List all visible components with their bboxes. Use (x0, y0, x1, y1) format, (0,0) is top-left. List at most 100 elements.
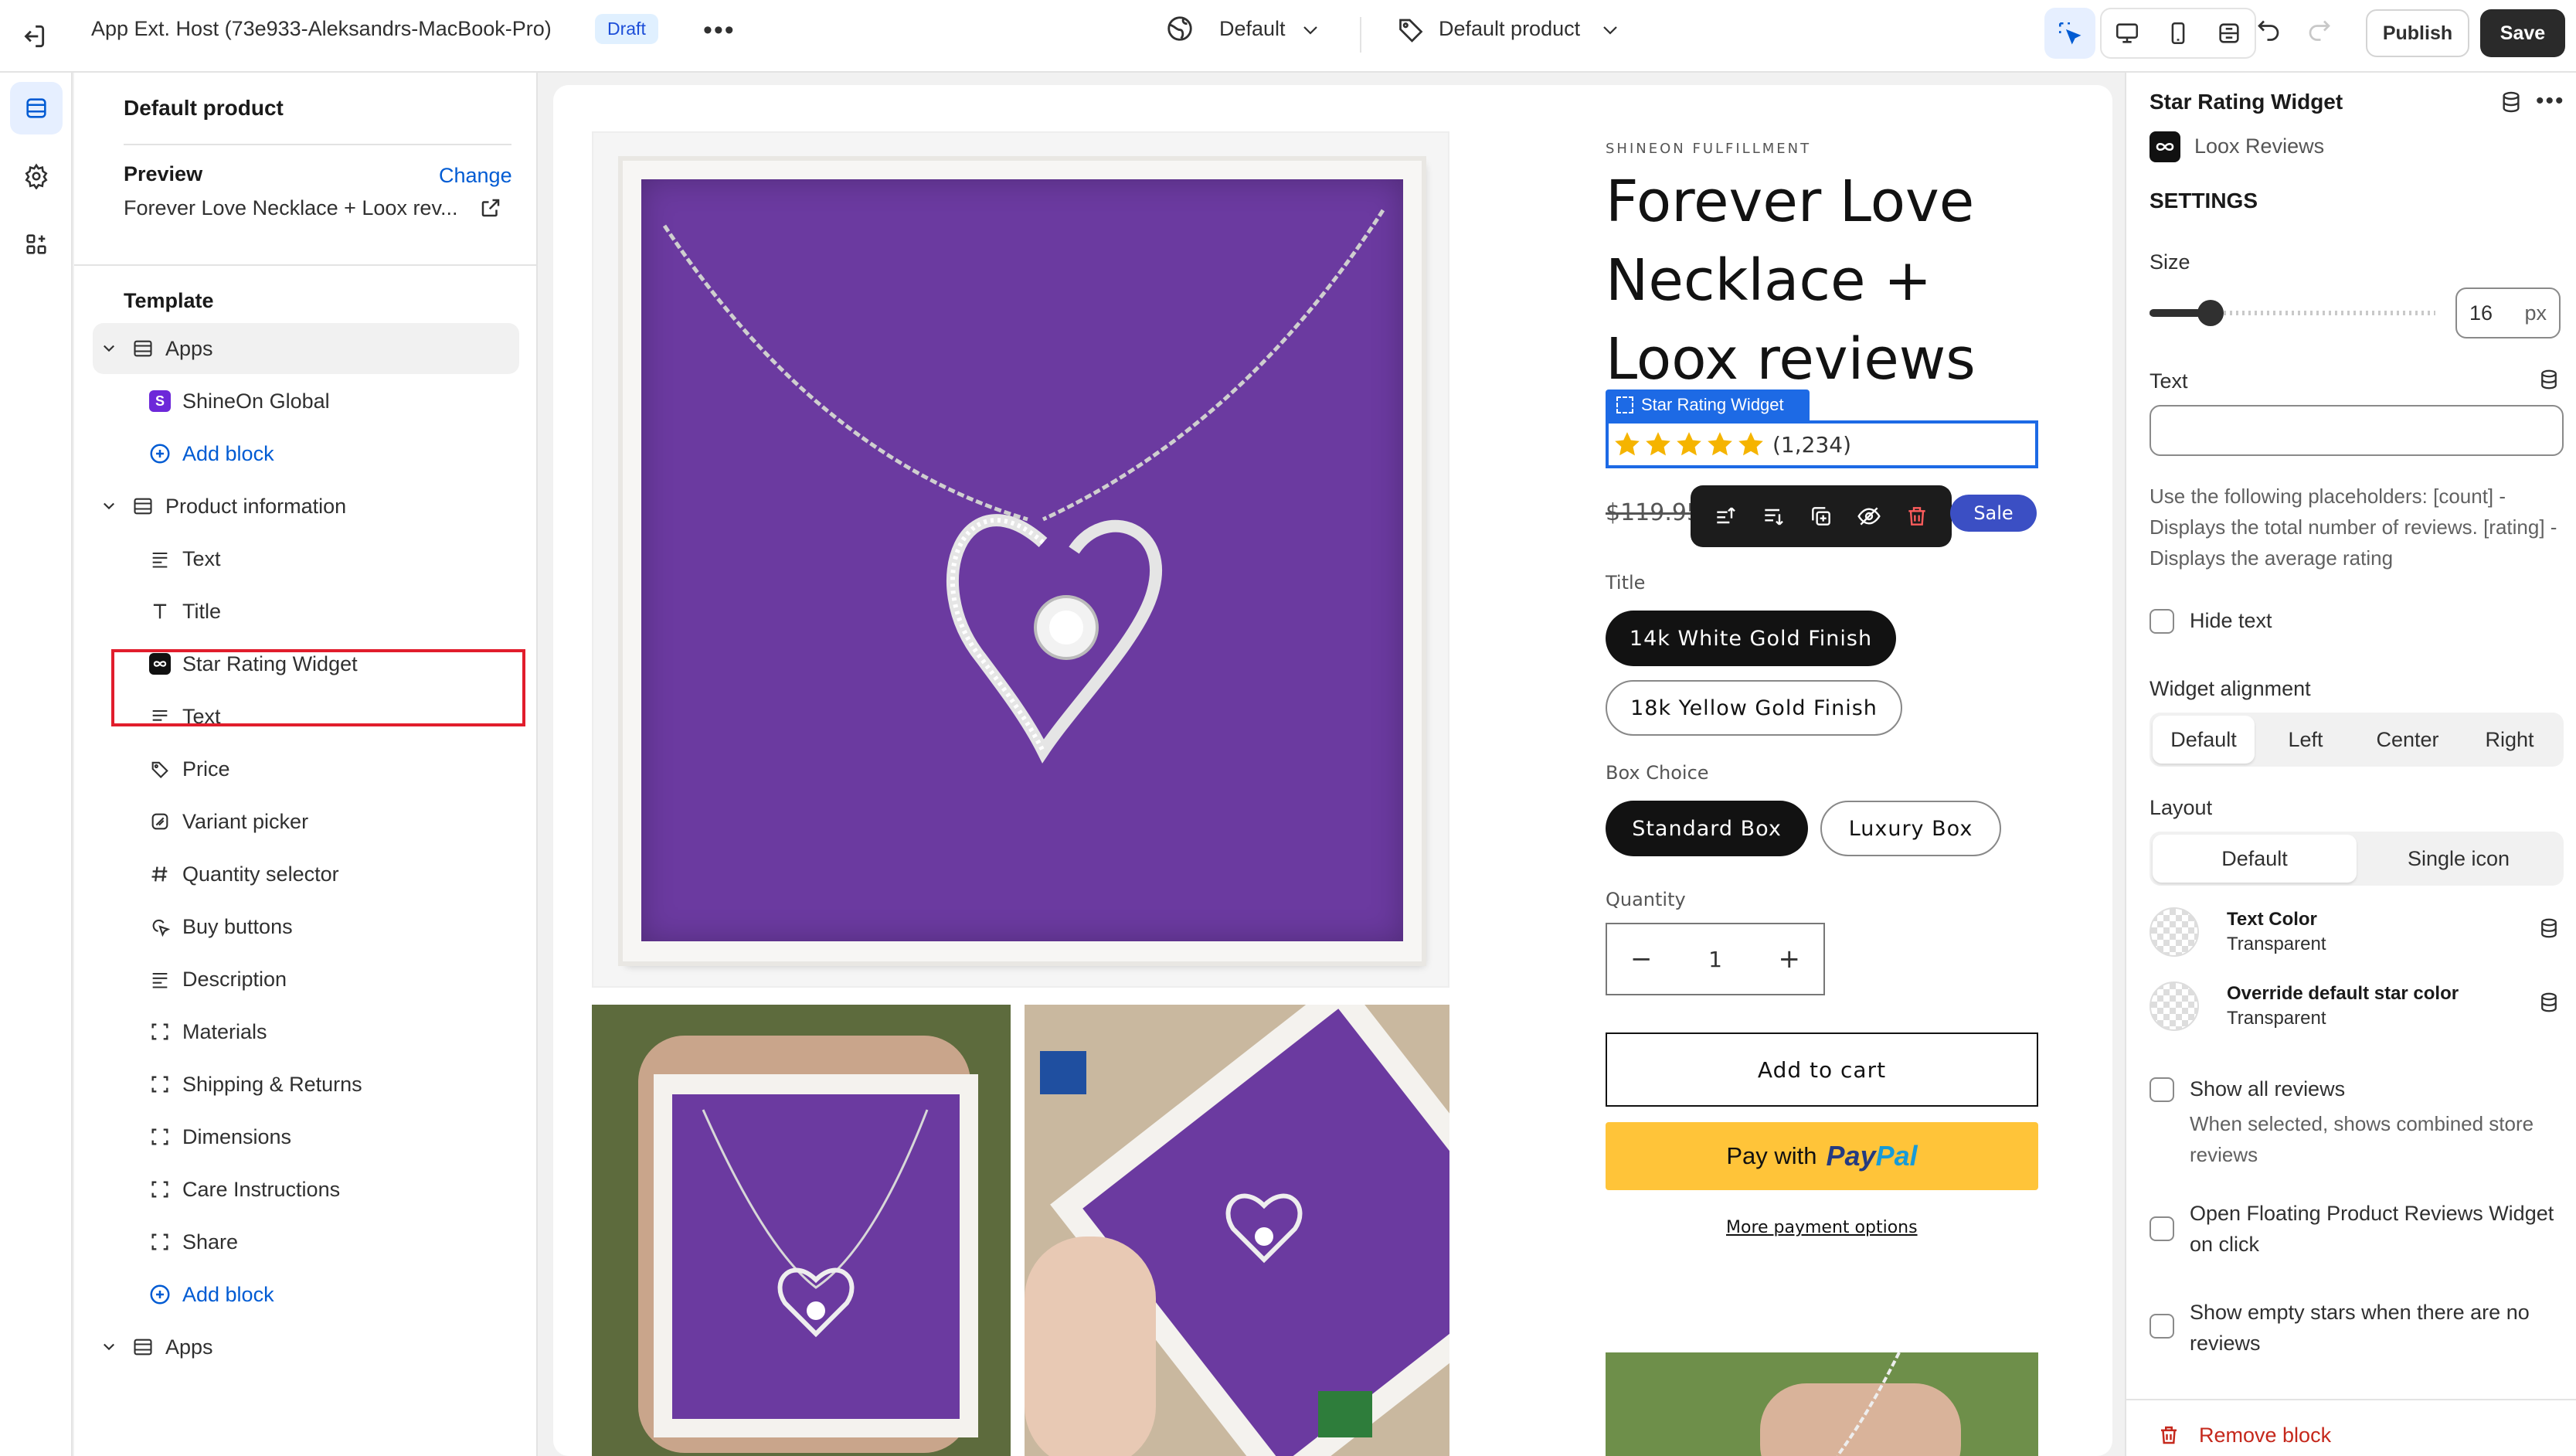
star-rating-widget[interactable]: (1,234) (1606, 420, 2038, 468)
tree-item-description[interactable]: Description (93, 954, 519, 1005)
exit-icon[interactable] (19, 22, 48, 51)
alignment-right[interactable]: Right (2459, 716, 2561, 764)
variant-option-standard-box[interactable]: Standard Box (1606, 801, 1808, 856)
mobile-icon[interactable] (2153, 20, 2204, 46)
hide-text-checkbox[interactable] (2149, 609, 2174, 634)
desktop-icon[interactable] (2102, 20, 2153, 46)
delete-icon[interactable] (1905, 504, 1929, 529)
variant-option-luxury-box[interactable]: Luxury Box (1820, 801, 2001, 856)
tree-item-label: Description (182, 967, 287, 991)
database-icon[interactable] (2499, 90, 2523, 114)
tree-item-apps[interactable]: Apps (93, 323, 519, 374)
inspector-toggle[interactable] (2044, 8, 2095, 59)
size-input[interactable]: 16 px (2455, 287, 2561, 338)
alignment-center[interactable]: Center (2357, 716, 2459, 764)
show-empty-stars-checkbox[interactable] (2149, 1314, 2174, 1339)
text-lines-icon (147, 966, 173, 992)
tree-item-materials[interactable]: Materials (93, 1006, 519, 1057)
tree-item-price[interactable]: Price (93, 743, 519, 794)
change-preview-link[interactable]: Change (439, 164, 512, 188)
chevron-down-icon[interactable] (100, 1341, 122, 1353)
sections-icon[interactable] (10, 82, 63, 134)
tree-item-variant-picker[interactable]: Variant picker (93, 796, 519, 847)
sidebar-rail (0, 73, 73, 1456)
necklace-illustration (702, 1109, 929, 1338)
paypal-button[interactable]: Pay with Pay Pal (1606, 1122, 2038, 1190)
tree-item-add-block[interactable]: Add block (93, 428, 519, 479)
duplicate-icon[interactable] (1809, 504, 1833, 529)
minus-icon[interactable]: − (1630, 944, 1653, 975)
undo-icon[interactable] (2255, 15, 2282, 43)
tree-item-dimensions[interactable]: Dimensions (93, 1111, 519, 1162)
app-logo-icon: S (147, 388, 173, 414)
text-lines-icon (147, 546, 173, 572)
layout-default[interactable]: Default (2153, 835, 2357, 883)
sale-badge: Sale (1950, 495, 2037, 532)
tree-item-shineon-global[interactable]: S ShineOn Global (93, 376, 519, 427)
layout-single-icon[interactable]: Single icon (2357, 835, 2561, 883)
more-payment-link[interactable]: More payment options (1726, 1218, 1918, 1237)
alignment-left[interactable]: Left (2255, 716, 2357, 764)
size-slider-handle[interactable] (2197, 300, 2224, 326)
tree-item-label: Title (182, 599, 222, 623)
variant-option-14k[interactable]: 14k White Gold Finish (1606, 611, 1896, 666)
template-selector[interactable]: Default product (1439, 17, 1580, 41)
quantity-value[interactable]: 1 (1708, 947, 1722, 972)
add-to-cart-button[interactable]: Add to cart (1606, 1032, 2038, 1107)
product-thumbnail[interactable] (1025, 1005, 1449, 1456)
product-media-preview[interactable] (1606, 1352, 2038, 1456)
move-down-icon[interactable] (1761, 504, 1786, 529)
more-menu-icon[interactable]: ••• (703, 15, 736, 46)
database-icon[interactable] (2537, 991, 2561, 1014)
quantity-label: Quantity (1606, 889, 1686, 910)
apps-icon[interactable] (10, 218, 63, 270)
chevron-down-icon[interactable] (1301, 23, 1320, 37)
tree-item-add-block[interactable]: Add block (93, 1269, 519, 1320)
tree-item-apps[interactable]: Apps (93, 1322, 519, 1373)
save-button[interactable]: Save (2480, 9, 2565, 57)
trash-icon[interactable] (2157, 1424, 2180, 1447)
product-thumbnail[interactable] (592, 1005, 1011, 1456)
size-value: 16 (2469, 301, 2493, 325)
star-color-swatch[interactable] (2149, 981, 2199, 1031)
text-input[interactable] (2149, 405, 2564, 456)
external-link-icon[interactable] (479, 196, 502, 219)
text-color-value: Transparent (2227, 934, 2326, 954)
tree-item-quantity-selector[interactable]: Quantity selector (93, 849, 519, 900)
move-up-icon[interactable] (1713, 504, 1738, 529)
tree-item-buy-buttons[interactable]: Buy buttons (93, 901, 519, 952)
database-icon[interactable] (2537, 368, 2561, 391)
variant-option-18k[interactable]: 18k Yellow Gold Finish (1606, 680, 1902, 736)
text-color-swatch[interactable] (2149, 907, 2199, 957)
tree-item-care-instructions[interactable]: Care Instructions (93, 1164, 519, 1215)
alignment-default[interactable]: Default (2153, 716, 2255, 764)
tree-item-title[interactable]: Title (93, 586, 519, 637)
chevron-down-icon[interactable] (1601, 23, 1619, 37)
hide-text-label: Hide text (2190, 609, 2272, 632)
tree-item-product-information[interactable]: Product information (93, 481, 519, 532)
tree-item-label: Add block (182, 441, 274, 465)
remove-block-button[interactable]: Remove block (2199, 1424, 2331, 1447)
chevron-down-icon[interactable] (100, 342, 122, 355)
publish-button[interactable]: Publish (2366, 9, 2469, 57)
product-main-image[interactable] (592, 131, 1449, 988)
preview-value: Forever Love Necklace + Loox rev... (124, 196, 458, 219)
more-menu-icon[interactable]: ••• (2536, 88, 2565, 114)
tree-item-share[interactable]: Share (93, 1216, 519, 1267)
placeholder-help: Use the following placeholders: [count] … (2149, 485, 2557, 570)
plus-icon[interactable]: + (1778, 944, 1800, 975)
theme-selector[interactable]: Default (1219, 17, 1286, 41)
fullscreen-icon[interactable] (2204, 20, 2255, 46)
tree-item-shipping-returns[interactable]: Shipping & Returns (93, 1059, 519, 1110)
show-all-help: When selected, shows combined store revi… (2190, 1112, 2534, 1166)
database-icon[interactable] (2537, 917, 2561, 940)
tree-item-text[interactable]: Text (93, 533, 519, 584)
add-circle-icon (147, 441, 173, 467)
redo-icon[interactable] (2306, 15, 2333, 43)
show-all-reviews-checkbox[interactable] (2149, 1077, 2174, 1102)
open-floating-checkbox[interactable] (2149, 1216, 2174, 1241)
gear-icon[interactable] (10, 150, 63, 202)
hide-icon[interactable] (1857, 504, 1881, 529)
chevron-down-icon[interactable] (100, 500, 122, 512)
template-label: Template (124, 289, 214, 312)
